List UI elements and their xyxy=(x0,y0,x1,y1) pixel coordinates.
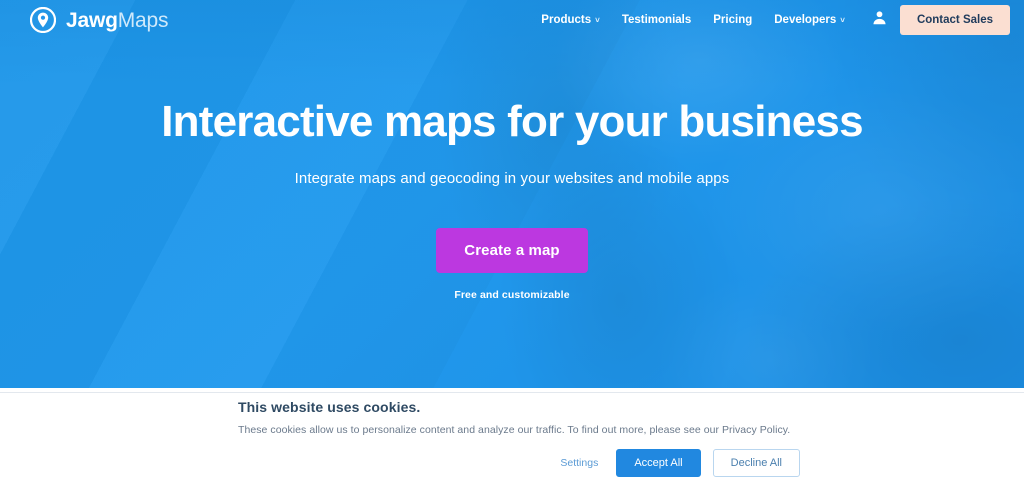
cookie-banner-actions: Settings Accept All Decline All xyxy=(554,449,800,477)
cookie-decline-all-button[interactable]: Decline All xyxy=(712,449,800,477)
hero-section: JawgMaps Products ˅ Testimonials Pricing… xyxy=(0,0,1024,388)
cookie-banner-description: These cookies allow us to personalize co… xyxy=(238,424,791,436)
cookie-accept-all-button[interactable]: Accept All xyxy=(616,449,701,477)
cookie-banner-title: This website uses cookies. xyxy=(238,399,421,415)
cookie-consent-banner: This website uses cookies. These cookies… xyxy=(0,388,1024,502)
cookie-settings-button[interactable]: Settings xyxy=(554,451,604,475)
hero-headline: Interactive maps for your business xyxy=(161,97,863,146)
create-a-map-button[interactable]: Create a map xyxy=(436,227,588,273)
hero-content: Interactive maps for your business Integ… xyxy=(0,0,1024,388)
cta-note: Free and customizable xyxy=(454,288,570,301)
hero-subheadline: Integrate maps and geocoding in your web… xyxy=(294,169,730,187)
cookie-banner-body: This website uses cookies. These cookies… xyxy=(238,388,1000,502)
